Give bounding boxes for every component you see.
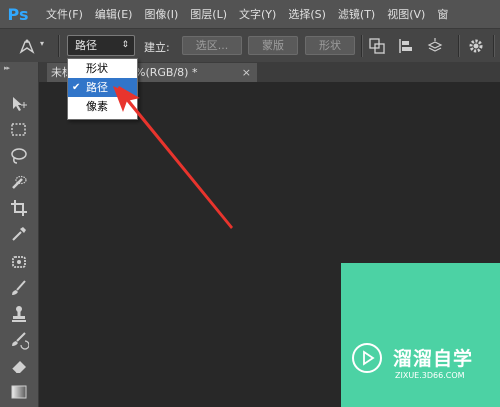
eyedropper-icon[interactable] xyxy=(9,224,29,244)
panel-collapse-icon[interactable]: ▸▸ xyxy=(4,64,10,72)
brush-icon[interactable] xyxy=(9,278,29,298)
tool-mode-dropdown: 形状 ✔ 路径 像素 xyxy=(67,58,138,120)
divider xyxy=(58,35,60,57)
tools-panel: ▸▸ xyxy=(0,62,39,407)
tool-mode-value: 路径 xyxy=(75,39,97,52)
menu-layer[interactable]: 图层(L) xyxy=(190,6,227,22)
watermark-url: ZIXUE.3D66.COM xyxy=(395,371,465,380)
menu-edit[interactable]: 编辑(E) xyxy=(95,6,133,22)
dropdown-item-pixels[interactable]: 像素 xyxy=(68,97,137,116)
path-alignment-icon[interactable] xyxy=(397,37,415,55)
stamp-icon[interactable] xyxy=(9,304,29,324)
menu-filter[interactable]: 滤镜(T) xyxy=(338,6,375,22)
history-brush-icon[interactable] xyxy=(9,330,29,350)
menu-file[interactable]: 文件(F) xyxy=(46,6,83,22)
close-icon[interactable]: × xyxy=(242,63,251,82)
chevron-down-icon: ▾ xyxy=(40,39,45,48)
move-icon[interactable] xyxy=(9,94,29,114)
path-arrangement-icon[interactable] xyxy=(426,37,444,55)
dropdown-item-shape[interactable]: 形状 xyxy=(68,59,137,78)
dropdown-item-label: 路径 xyxy=(86,81,108,94)
gradient-icon[interactable] xyxy=(9,382,29,402)
tool-mode-select[interactable]: 路径 ⇕ xyxy=(67,35,135,56)
tool-preset-picker[interactable]: ▾ xyxy=(18,37,52,55)
updown-arrow-icon: ⇕ xyxy=(121,40,129,50)
marquee-icon[interactable] xyxy=(9,120,29,140)
menu-type[interactable]: 文字(Y) xyxy=(239,6,276,22)
document-tab-title-suffix: %(RGB/8) * xyxy=(135,66,198,79)
menu-bar: Ps 文件(F) 编辑(E) 图像(I) 图层(L) 文字(Y) 选择(S) 滤… xyxy=(0,0,500,28)
crop-icon[interactable] xyxy=(9,198,29,218)
dropdown-item-label: 形状 xyxy=(86,62,108,75)
lasso-icon[interactable] xyxy=(9,146,29,166)
watermark-play-icon xyxy=(352,343,382,373)
healing-icon[interactable] xyxy=(9,252,29,272)
divider xyxy=(361,35,363,57)
quick-select-icon[interactable] xyxy=(9,172,29,192)
menu-view[interactable]: 视图(V) xyxy=(387,6,425,22)
menu-image[interactable]: 图像(I) xyxy=(144,6,178,22)
watermark-title: 溜溜自学 xyxy=(393,348,474,370)
photoshop-logo: Ps xyxy=(7,4,29,24)
dropdown-item-label: 像素 xyxy=(86,100,108,113)
make-selection-button[interactable]: 选区... xyxy=(182,36,242,55)
document-image[interactable] xyxy=(341,263,500,407)
dropdown-item-path[interactable]: ✔ 路径 xyxy=(68,78,137,97)
pen-tool-icon xyxy=(19,39,35,54)
path-operations-icon[interactable] xyxy=(368,37,386,55)
make-shape-button[interactable]: 形状 xyxy=(305,36,355,55)
menu-select[interactable]: 选择(S) xyxy=(288,6,326,22)
menu-window[interactable]: 窗 xyxy=(437,6,448,22)
build-label: 建立: xyxy=(144,41,170,54)
make-mask-button[interactable]: 蒙版 xyxy=(248,36,298,55)
divider xyxy=(493,35,495,57)
checkmark-icon: ✔ xyxy=(72,82,81,93)
eraser-icon[interactable] xyxy=(9,356,29,376)
gear-icon[interactable] xyxy=(467,37,485,55)
divider xyxy=(458,35,460,57)
